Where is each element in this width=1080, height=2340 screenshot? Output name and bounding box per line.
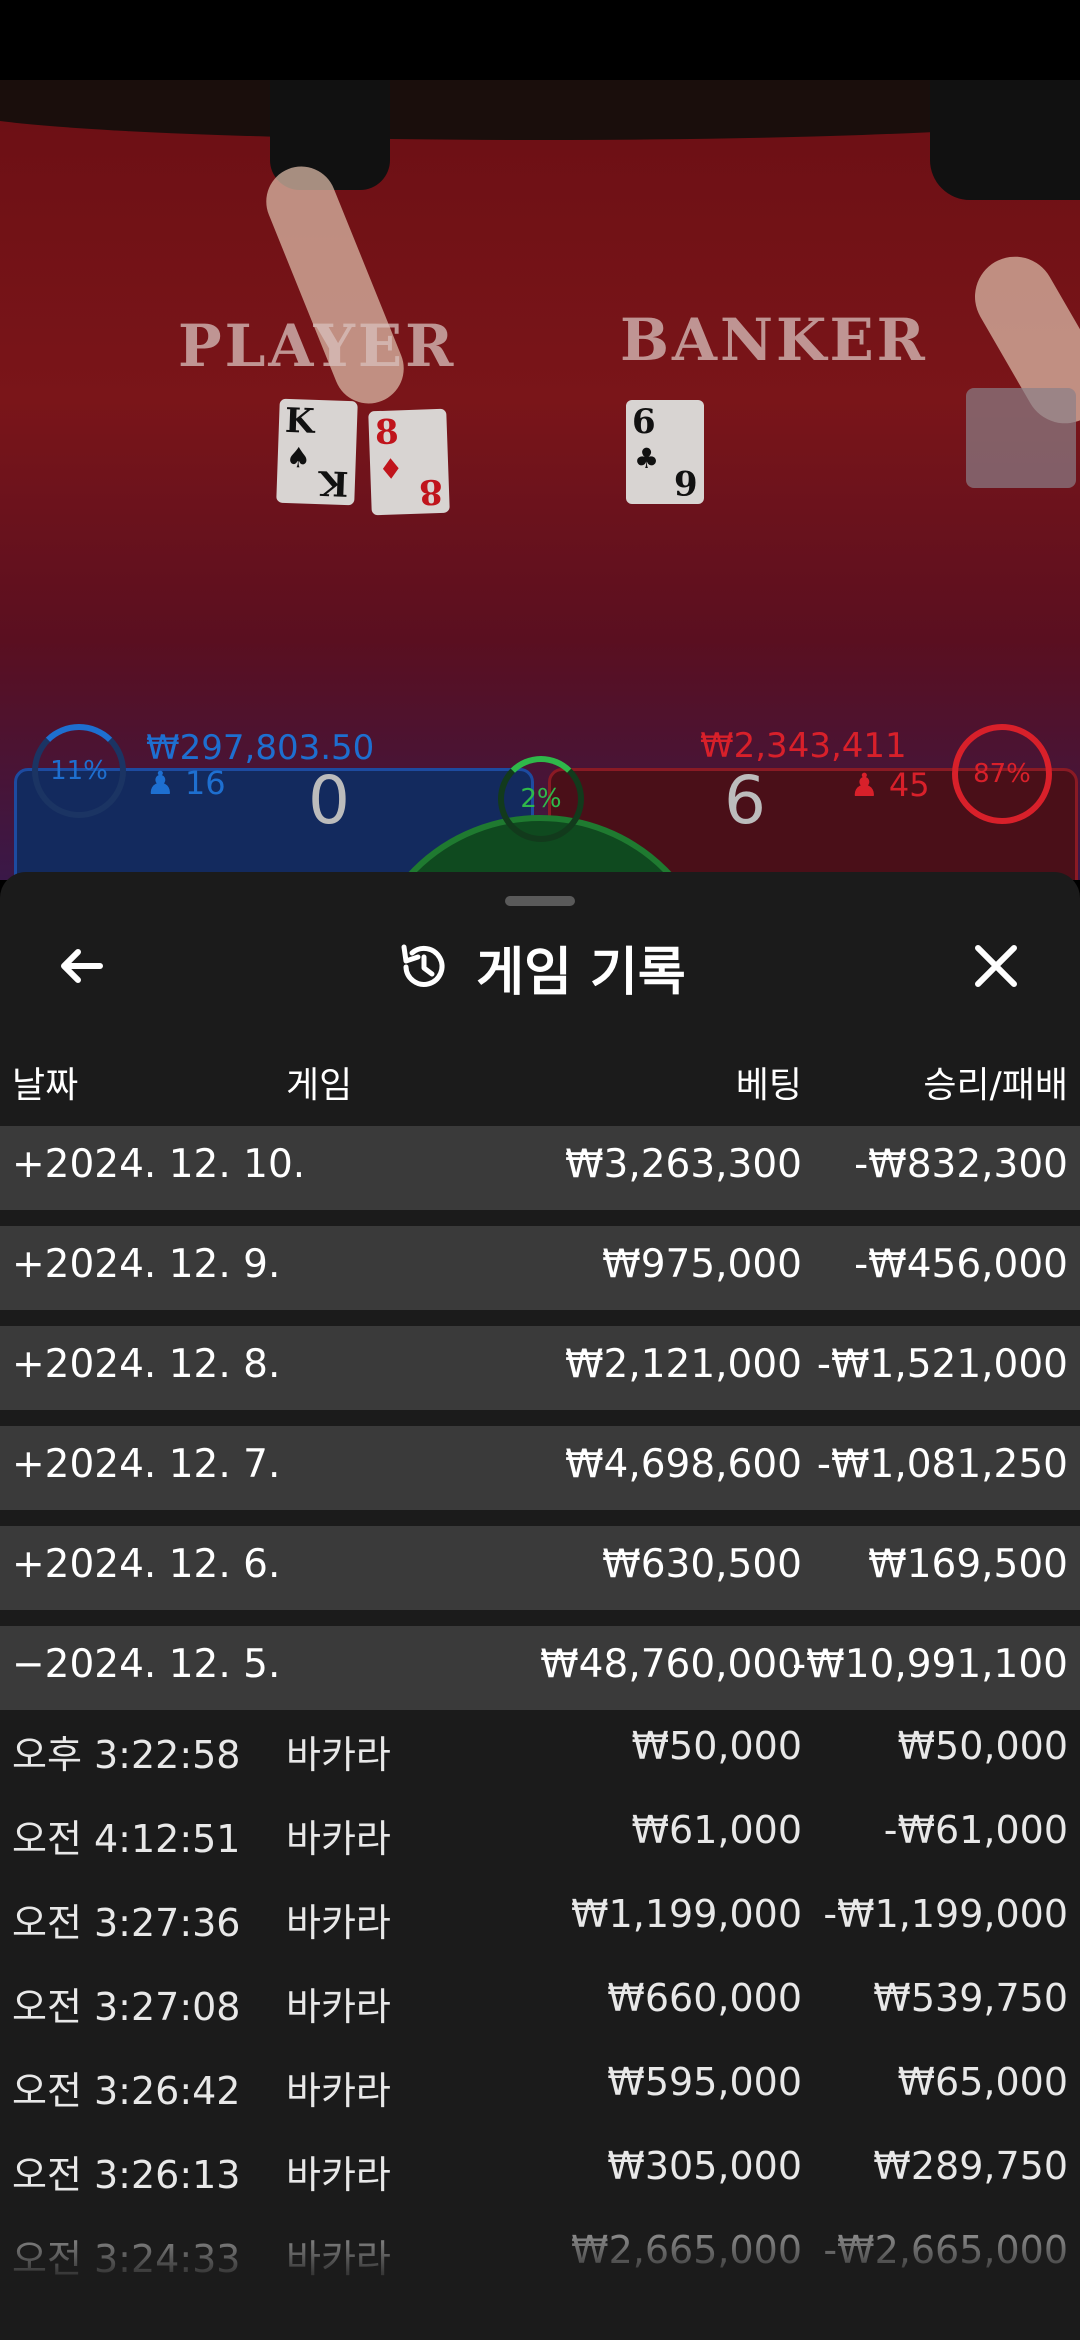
game-history-sheet: 게임 기록 날짜 게임 베팅 승리/패배 +2024. 12. 10. ₩3,26… [0, 872, 1080, 2340]
banker-bet-amount: ₩2,343,411 [700, 726, 907, 766]
date-group-row[interactable]: +2024. 12. 10. ₩3,263,300 -₩832,300 [0, 1126, 1080, 1210]
row-date: +2024. 12. 8. [12, 1342, 281, 1387]
drag-handle[interactable] [505, 896, 575, 906]
game-record-row[interactable]: 오전 3:27:08 바카라 ₩660,000 ₩539,750 [0, 1962, 1080, 2046]
status-bar [0, 0, 1080, 80]
tie-percent-ring: 2% [498, 756, 584, 842]
card-suit: ♣ [634, 442, 660, 475]
row-game-name: 바카라 [286, 1901, 391, 1945]
close-icon [975, 945, 1017, 987]
date-group-row[interactable]: −2024. 12. 5. ₩48,760,000 -₩10,991,100 [0, 1626, 1080, 1710]
row-bet-amount: ₩1,199,000 [571, 1892, 802, 1936]
row-bet-amount: ₩2,121,000 [564, 1342, 802, 1387]
row-bet-amount: ₩48,760,000 [540, 1642, 802, 1687]
player-percent: 11% [50, 756, 108, 786]
player-bettor-count: ♟ 16 [146, 764, 226, 802]
banker-percent-ring: 87% [952, 724, 1052, 824]
banker-card: 6 ♣ 6 [626, 400, 704, 504]
row-date: +2024. 12. 10. [12, 1142, 306, 1187]
column-header-date[interactable]: 날짜 [12, 1056, 78, 1108]
row-date: +2024. 12. 7. [12, 1442, 281, 1487]
player-score: 0 [308, 762, 350, 839]
card-rank: 8 [374, 412, 400, 454]
player-card: K ♠ K [276, 398, 358, 506]
row-win-loss: -₩1,081,250 [816, 1442, 1068, 1487]
dealer-sleeve-right [930, 80, 1080, 200]
game-record-row[interactable]: 오후 3:22:58 바카라 ₩50,000 ₩50,000 [0, 1710, 1080, 1794]
row-time: 오전 3:26:42 [12, 2069, 241, 2113]
banker-area-label: BANKER [620, 306, 928, 374]
game-record-row[interactable]: 오전 3:26:42 바카라 ₩595,000 ₩65,000 [0, 2046, 1080, 2130]
card-rank-inverted: 8 [418, 470, 444, 512]
row-bet-amount: ₩4,698,600 [564, 1442, 802, 1487]
row-bet-amount: ₩3,263,300 [564, 1142, 802, 1187]
card-rank-inverted: K [318, 462, 350, 504]
row-win-loss: ₩65,000 [897, 2060, 1068, 2104]
card-suit: ♦ [377, 452, 404, 487]
banker-percent: 87% [973, 759, 1031, 789]
card-rank-inverted: 6 [674, 462, 698, 502]
date-group-row[interactable]: +2024. 12. 7. ₩4,698,600 -₩1,081,250 [0, 1426, 1080, 1510]
date-group-row[interactable]: +2024. 12. 6. ₩630,500 ₩169,500 [0, 1526, 1080, 1610]
history-list: +2024. 12. 10. ₩3,263,300 -₩832,300 +2024. … [0, 1126, 1080, 2298]
baccarat-table-video: PLAYER BANKER K ♠ K 8 ♦ 8 6 ♣ 6 11% ₩297,803.50… [0, 80, 1080, 880]
row-bet-amount: ₩595,000 [607, 2060, 802, 2104]
sheet-title: 게임 기록 [476, 942, 686, 1003]
player-card: 8 ♦ 8 [368, 408, 450, 516]
column-header-game[interactable]: 게임 [286, 1056, 352, 1108]
tie-percent: 2% [520, 784, 562, 814]
row-time: 오전 4:12:51 [12, 1817, 241, 1861]
row-date: +2024. 12. 9. [12, 1242, 281, 1287]
game-record-row[interactable]: 오전 4:12:51 바카라 ₩61,000 -₩61,000 [0, 1794, 1080, 1878]
row-time: 오전 3:27:08 [12, 1985, 241, 2029]
row-time: 오전 3:27:36 [12, 1901, 241, 1945]
sheet-header: 게임 기록 [0, 932, 1080, 1003]
card-shoe [966, 388, 1076, 488]
row-bet-amount: ₩305,000 [607, 2144, 802, 2188]
row-bet-amount: ₩630,500 [602, 1542, 802, 1587]
row-game-name: 바카라 [286, 1733, 391, 1777]
row-win-loss: -₩61,000 [883, 1808, 1068, 1852]
user-icon: ♟ [850, 766, 879, 804]
player-percent-ring: 11% [32, 724, 126, 818]
row-game-name: 바카라 [286, 1817, 391, 1861]
row-bet-amount: ₩660,000 [607, 1976, 802, 2020]
close-button[interactable] [962, 932, 1030, 1000]
card-suit: ♠ [285, 440, 312, 475]
card-rank: K [284, 400, 316, 442]
row-win-loss: -₩1,521,000 [816, 1342, 1068, 1387]
table-rim [0, 80, 1080, 140]
user-icon: ♟ [146, 764, 175, 802]
row-win-loss: -₩1,199,000 [823, 1892, 1068, 1936]
game-record-row[interactable]: 오전 3:27:36 바카라 ₩1,199,000 -₩1,199,000 [0, 1878, 1080, 1962]
row-win-loss: -₩832,300 [854, 1142, 1068, 1187]
row-win-loss: ₩289,750 [873, 2144, 1068, 2188]
row-win-loss: ₩169,500 [868, 1542, 1068, 1587]
banker-score: 6 [724, 762, 766, 839]
row-bet-amount: ₩975,000 [602, 1242, 802, 1287]
date-group-row[interactable]: +2024. 12. 8. ₩2,121,000 -₩1,521,000 [0, 1326, 1080, 1410]
column-header-result[interactable]: 승리/패배 [923, 1056, 1068, 1108]
scroll-fade [0, 2190, 1080, 2340]
row-bet-amount: ₩50,000 [631, 1724, 802, 1768]
row-date: +2024. 12. 6. [12, 1542, 281, 1587]
row-bet-amount: ₩61,000 [631, 1808, 802, 1852]
date-group-row[interactable]: +2024. 12. 9. ₩975,000 -₩456,000 [0, 1226, 1080, 1310]
history-icon [401, 944, 445, 987]
row-game-name: 바카라 [286, 2069, 391, 2113]
row-win-loss: -₩10,991,100 [792, 1642, 1068, 1687]
row-win-loss: -₩456,000 [854, 1242, 1068, 1287]
row-date: −2024. 12. 5. [12, 1642, 281, 1687]
row-win-loss: ₩50,000 [897, 1724, 1068, 1768]
card-rank: 6 [632, 402, 656, 442]
banker-bettor-count: ♟ 45 [850, 766, 930, 804]
row-game-name: 바카라 [286, 1985, 391, 2029]
column-header-bet[interactable]: 베팅 [736, 1056, 802, 1108]
player-area-label: PLAYER [178, 312, 457, 380]
row-time: 오후 3:22:58 [12, 1733, 241, 1777]
row-win-loss: ₩539,750 [873, 1976, 1068, 2020]
